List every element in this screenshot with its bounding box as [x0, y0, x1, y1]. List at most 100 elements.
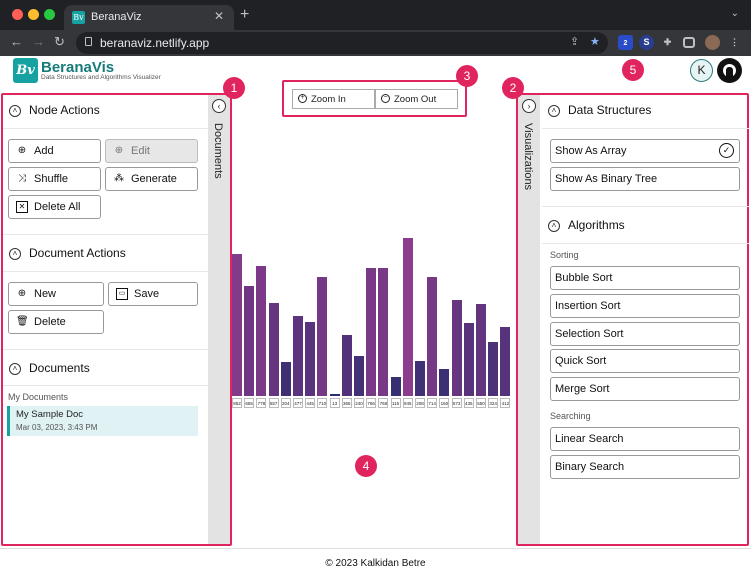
array-bar[interactable]	[476, 304, 486, 396]
chevron-left-icon[interactable]: ‹	[212, 99, 226, 113]
app-page: Bv BeranaVis Data Structures and Algorit…	[0, 56, 751, 576]
array-bar[interactable]	[390, 377, 401, 396]
visualizations-strip[interactable]: › Visualizations	[518, 95, 540, 544]
quick-sort-button[interactable]: Quick Sort	[550, 349, 740, 373]
zoom-out-button[interactable]: − Zoom Out	[375, 89, 458, 109]
zoom-in-icon: +	[298, 94, 307, 103]
array-bar[interactable]	[451, 300, 462, 396]
annotation-badge-3: 3	[456, 65, 478, 87]
array-bar[interactable]	[500, 327, 511, 396]
delete-all-label: Delete All	[34, 201, 81, 213]
merge-sort-button[interactable]: Merge Sort	[550, 377, 740, 401]
extensions-puzzle-icon[interactable]: ✚	[660, 35, 675, 50]
footer-text: © 2023 Kalkidan Betre	[325, 558, 426, 569]
documents-strip[interactable]: ‹ Documents	[208, 95, 230, 544]
array-visualization[interactable]: 852 655 778 557 204 477 445 710 13 365 240 766 768 11…	[232, 226, 516, 408]
new-document-button[interactable]: ⊕ New	[8, 282, 104, 306]
array-bar[interactable]	[439, 369, 450, 396]
reload-icon[interactable]: ↻	[54, 34, 65, 50]
browser-tab[interactable]: Bv BeranaViz ✕	[64, 5, 234, 30]
chevron-right-icon[interactable]: ›	[522, 99, 536, 113]
algorithms-header[interactable]: ˄ Algorithms	[542, 212, 747, 240]
tab-bar: Bv BeranaViz ✕ + ⌄	[0, 0, 751, 30]
array-bar[interactable]	[244, 286, 255, 396]
linear-search-label: Linear Search	[555, 433, 624, 445]
array-value-label: 445	[305, 398, 316, 408]
data-structures-header[interactable]: ˄ Data Structures	[542, 97, 747, 125]
chevron-up-icon[interactable]: ˄	[548, 105, 560, 117]
array-bar[interactable]	[415, 361, 425, 396]
forward-icon[interactable]: →	[32, 34, 45, 49]
trash-icon: 🗑	[16, 316, 29, 327]
array-bar[interactable]	[232, 254, 242, 396]
zoom-in-label: Zoom In	[311, 94, 346, 105]
array-value-label: 945	[402, 398, 413, 408]
plus-circle-icon: ⊕	[17, 288, 27, 299]
node-actions-title: Node Actions	[29, 103, 100, 117]
add-button[interactable]: ⊕ Add	[8, 139, 101, 163]
array-bar[interactable]	[256, 266, 267, 396]
save-button[interactable]: ▭ Save	[108, 282, 198, 306]
tab-search-icon[interactable]: ⌄	[731, 8, 739, 19]
edit-button[interactable]: ⊕ Edit	[105, 139, 198, 163]
delete-document-button[interactable]: 🗑 Delete	[8, 310, 104, 334]
array-bar[interactable]	[366, 268, 377, 396]
s-extension-icon[interactable]: S	[639, 35, 654, 50]
array-bar[interactable]	[488, 342, 499, 396]
back-icon[interactable]: ←	[10, 34, 23, 49]
document-list-item[interactable]: My Sample Doc Mar 03, 2023, 3:43 PM	[7, 406, 198, 436]
node-actions-header[interactable]: ˄ Node Actions	[3, 97, 208, 125]
address-bar[interactable]: beranaviz.netlify.app ⇪ ★	[76, 32, 608, 54]
show-as-array-button[interactable]: Show As Array ✓	[550, 139, 740, 163]
profile-avatar-icon[interactable]	[705, 35, 720, 50]
array-bar[interactable]	[463, 323, 474, 396]
array-value-label: 435	[463, 398, 474, 408]
close-tab-icon[interactable]: ✕	[214, 9, 224, 23]
array-bar[interactable]	[317, 277, 328, 396]
show-as-binary-tree-button[interactable]: Show As Binary Tree	[550, 167, 740, 191]
close-window-button[interactable]	[12, 9, 23, 20]
linear-search-button[interactable]: Linear Search	[550, 427, 740, 451]
chevron-up-icon[interactable]: ˄	[9, 105, 21, 117]
generate-label: Generate	[131, 173, 177, 185]
selection-sort-button[interactable]: Selection Sort	[550, 322, 740, 346]
shuffle-button[interactable]: ⤨ Shuffle	[8, 167, 101, 191]
document-actions-header[interactable]: ˄ Document Actions	[3, 240, 208, 268]
bubble-sort-button[interactable]: Bubble Sort	[550, 266, 740, 290]
delete-all-button[interactable]: ✕ Delete All	[8, 195, 101, 219]
chevron-up-icon[interactable]: ˄	[9, 248, 21, 260]
chevron-up-icon[interactable]: ˄	[548, 220, 560, 232]
array-bar[interactable]	[305, 322, 316, 396]
array-bar[interactable]	[280, 362, 291, 396]
minimize-window-button[interactable]	[28, 9, 39, 20]
array-bar[interactable]	[378, 268, 389, 396]
array-bar[interactable]	[402, 238, 413, 396]
maximize-window-button[interactable]	[44, 9, 55, 20]
selection-sort-label: Selection Sort	[555, 328, 624, 340]
quick-sort-label: Quick Sort	[555, 355, 607, 367]
side-panel-icon[interactable]	[683, 37, 695, 48]
array-bar[interactable]	[329, 394, 340, 396]
bookmark-star-icon[interactable]: ★	[590, 35, 600, 48]
app-subtitle: Data Structures and Algorithms Visualize…	[41, 74, 161, 81]
user-avatar[interactable]: K	[690, 59, 713, 82]
annotation-badge-5: 5	[622, 59, 644, 81]
array-bar[interactable]	[293, 316, 303, 396]
array-value-label: 240	[354, 398, 364, 408]
array-value-label: 116	[390, 398, 401, 408]
new-tab-icon[interactable]: +	[240, 6, 249, 24]
binary-search-button[interactable]: Binary Search	[550, 455, 740, 479]
insertion-sort-button[interactable]: Insertion Sort	[550, 294, 740, 318]
chevron-up-icon[interactable]: ˄	[9, 363, 21, 375]
share-icon[interactable]: ⇪	[570, 35, 579, 48]
generate-button[interactable]: ⁂ Generate	[105, 167, 198, 191]
browser-menu-icon[interactable]: ⋮	[727, 35, 742, 50]
bitwarden-extension-icon[interactable]: 2	[618, 35, 633, 50]
documents-header[interactable]: ˄ Documents	[3, 355, 208, 383]
array-bar[interactable]	[427, 277, 438, 396]
array-bar[interactable]	[268, 303, 279, 396]
github-icon[interactable]	[717, 58, 742, 83]
array-bar[interactable]	[354, 356, 364, 396]
array-bar[interactable]	[341, 335, 352, 396]
zoom-in-button[interactable]: + Zoom In	[292, 89, 375, 109]
